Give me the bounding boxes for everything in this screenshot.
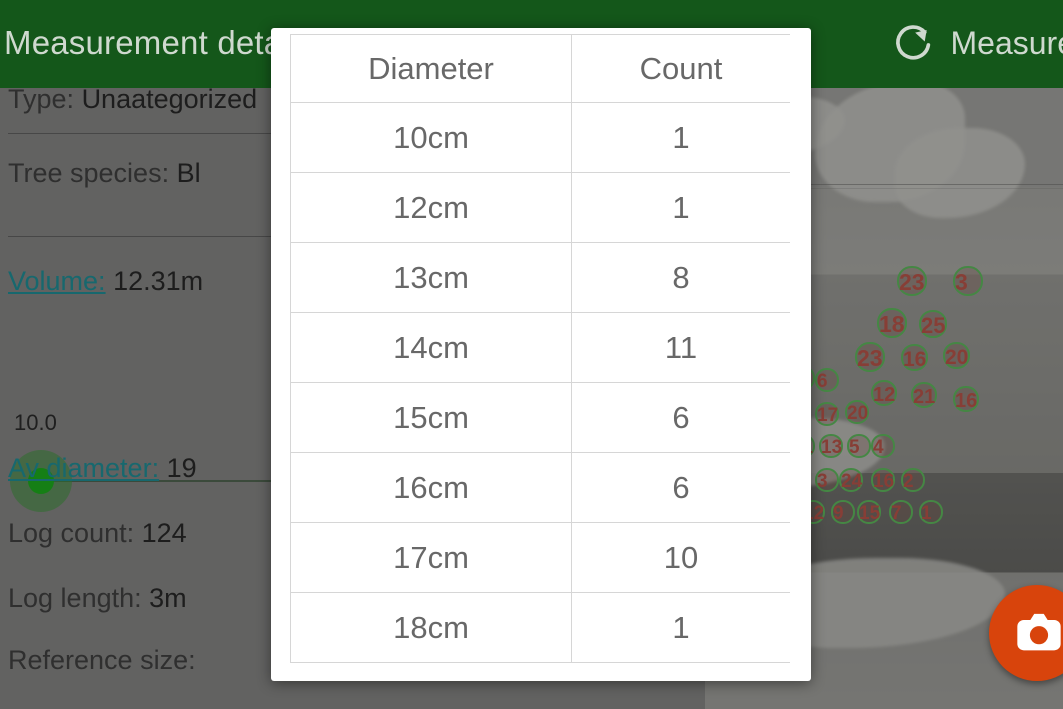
log-detection-label: 24 xyxy=(841,471,863,493)
log-detection-label: 20 xyxy=(945,345,969,369)
detail-row-volume[interactable]: Volume: 12.31m xyxy=(8,266,203,297)
volume-link[interactable]: Volume: xyxy=(8,266,106,296)
detail-row-log-count: Log count: 124 xyxy=(8,518,187,549)
cell-diameter: 16cm xyxy=(290,452,572,523)
table-row[interactable]: 18cm 1 xyxy=(290,592,790,663)
cell-diameter: 18cm xyxy=(290,592,572,663)
log-detection-label: 4 xyxy=(873,437,884,459)
cell-diameter: 17cm xyxy=(290,522,572,593)
slider-value-label: 10.0 xyxy=(14,410,57,435)
diameter-distribution-dialog[interactable]: Diameter Count 10cm 1 12cm 1 13cm 8 14cm 11 15cm… xyxy=(271,28,811,681)
detail-row-tree-species: Tree species: Bl xyxy=(8,158,201,189)
log-detection-label: 17 xyxy=(817,405,839,427)
cell-count: 1 xyxy=(571,592,790,663)
cell-count: 6 xyxy=(571,452,790,523)
log-detection-label: 5 xyxy=(849,437,860,459)
detail-label: Type: xyxy=(8,84,75,114)
cell-count: 11 xyxy=(571,312,790,383)
cell-count: 8 xyxy=(571,242,790,313)
log-detection-label: 3 xyxy=(817,471,828,493)
cell-diameter: 12cm xyxy=(290,172,572,243)
cell-count: 1 xyxy=(571,102,790,173)
app-screen: 2331825231620122116002631958697120172081… xyxy=(0,0,1063,709)
table-row[interactable]: 13cm 8 xyxy=(290,242,790,313)
column-header-count: Count xyxy=(571,34,790,103)
log-detection-label: 9 xyxy=(833,503,844,525)
detail-value: Unaategorized xyxy=(81,84,258,114)
detail-label: Reference size: xyxy=(8,645,196,675)
log-detection-label: 20 xyxy=(847,403,869,425)
page-title: Measurement details xyxy=(4,24,315,61)
table-row[interactable]: 17cm 10 xyxy=(290,522,790,593)
column-header-diameter: Diameter xyxy=(290,34,572,103)
detail-label: Tree species: xyxy=(8,158,170,188)
log-detection-label: 23 xyxy=(899,269,925,296)
table-row[interactable]: 14cm 11 xyxy=(290,312,790,383)
cell-diameter: 10cm xyxy=(290,102,572,173)
log-detection-label: 1 xyxy=(921,503,932,525)
detail-value: 124 xyxy=(141,518,187,548)
table-row[interactable]: 12cm 1 xyxy=(290,172,790,243)
table-row[interactable]: 16cm 6 xyxy=(290,452,790,523)
log-detection-label: 12 xyxy=(873,383,896,406)
detail-row-av-diameter[interactable]: Av diameter: 19 xyxy=(8,453,197,484)
log-detection-label: 16 xyxy=(955,389,978,412)
detail-row-log-length: Log length: 3m xyxy=(8,583,187,614)
detail-label: Log count: xyxy=(8,518,135,548)
log-detection-label: 18 xyxy=(879,311,905,338)
detail-value: Bl xyxy=(176,158,201,188)
detail-label: Log length: xyxy=(8,583,142,613)
detail-value: 19 xyxy=(166,453,197,483)
log-detection-label: 7 xyxy=(891,503,902,525)
measure-action-button[interactable]: Measure xyxy=(891,20,1063,66)
log-detection-label: 21 xyxy=(913,385,936,408)
av-diameter-link[interactable]: Av diameter: xyxy=(8,453,159,483)
log-detection-label: 23 xyxy=(857,345,883,372)
table-scroll-container[interactable]: Diameter Count 10cm 1 12cm 1 13cm 8 14cm 11 15cm… xyxy=(290,34,790,681)
cell-count: 10 xyxy=(571,522,790,593)
detail-row-reference-size: Reference size: xyxy=(8,645,196,676)
log-detection-label: 25 xyxy=(921,313,946,339)
snow-patch xyxy=(895,128,1025,218)
detail-value: 12.31m xyxy=(113,266,204,296)
camera-icon xyxy=(1017,613,1061,651)
log-detection-label: 2 xyxy=(903,471,914,493)
cell-diameter: 13cm xyxy=(290,242,572,313)
table-row[interactable]: 10cm 1 xyxy=(290,102,790,173)
table-header-row: Diameter Count xyxy=(290,34,790,103)
cell-count: 1 xyxy=(571,172,790,243)
refresh-icon xyxy=(895,25,930,60)
measure-action-label: Measure xyxy=(950,24,1063,61)
diameter-count-table: Diameter Count 10cm 1 12cm 1 13cm 8 14cm 11 15cm… xyxy=(290,34,790,663)
log-detection-label: 16 xyxy=(903,347,927,371)
cell-count: 6 xyxy=(571,382,790,453)
log-detection-label: 3 xyxy=(955,269,968,296)
cell-diameter: 15cm xyxy=(290,382,572,453)
log-detection-label: 13 xyxy=(821,437,843,459)
detail-value: 3m xyxy=(149,583,187,613)
log-detection-label: 15 xyxy=(859,503,881,525)
detail-row-type: Type: Unaategorized xyxy=(8,84,257,115)
table-row[interactable]: 15cm 6 xyxy=(290,382,790,453)
log-detection-label: 16 xyxy=(873,471,895,493)
cell-diameter: 14cm xyxy=(290,312,572,383)
log-detection-label: 6 xyxy=(817,371,828,393)
